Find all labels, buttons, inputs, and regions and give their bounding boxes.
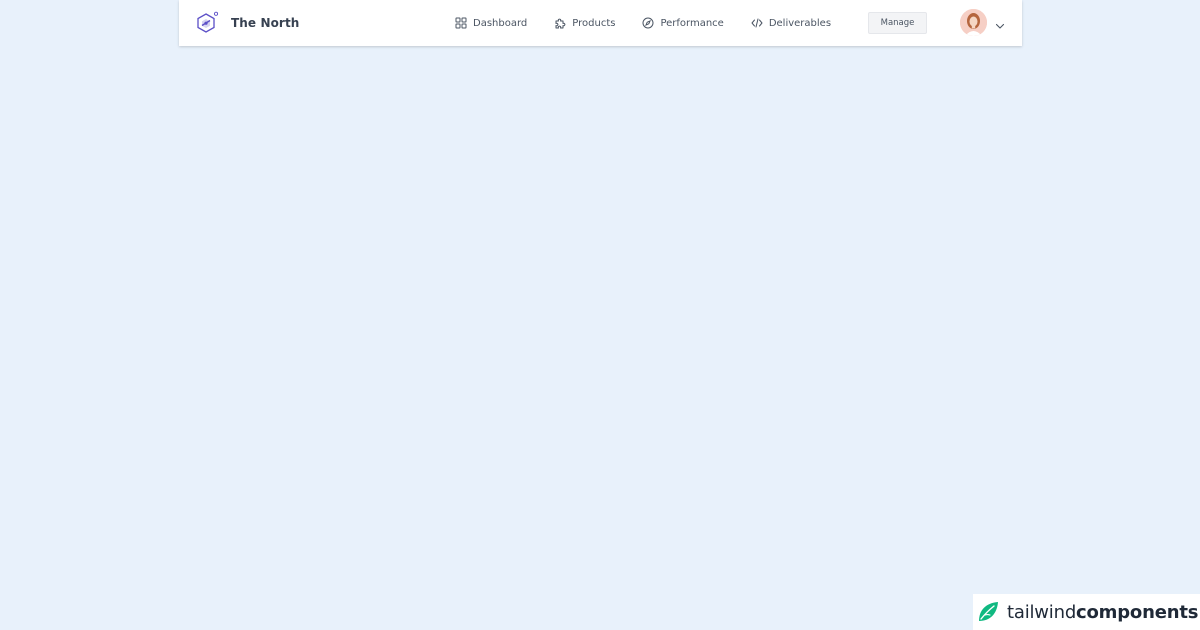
nav-item-label: Dashboard <box>473 17 528 29</box>
user-avatar[interactable] <box>960 9 987 36</box>
leaf-icon <box>976 600 1000 624</box>
hexagon-logo-icon <box>195 11 219 35</box>
nav-item-label: Performance <box>660 17 724 29</box>
chevron-down-icon[interactable] <box>994 17 1006 29</box>
compass-icon <box>642 17 654 29</box>
watermark-text: tailwindcomponents <box>1007 602 1198 623</box>
watermark-text-bold: components <box>1076 601 1199 623</box>
top-navbar: The North Dashboard Products Performance… <box>179 0 1022 46</box>
puzzle-icon <box>554 17 566 29</box>
code-icon <box>751 17 763 29</box>
nav-item-label: Deliverables <box>768 17 832 29</box>
nav-item-deliverables[interactable]: Deliverables <box>751 17 831 29</box>
grid-icon <box>455 17 467 29</box>
brand-name: The North <box>231 16 300 30</box>
main-nav: Dashboard Products Performance Deliverab… <box>455 0 858 46</box>
nav-item-products[interactable]: Products <box>554 17 615 29</box>
brand[interactable]: The North <box>195 0 299 46</box>
nav-item-dashboard[interactable]: Dashboard <box>455 17 527 29</box>
manage-button[interactable]: Manage <box>868 12 927 34</box>
tailwindcomponents-watermark[interactable]: tailwindcomponents <box>973 594 1200 630</box>
watermark-text-light: tailwind <box>1007 601 1077 623</box>
nav-item-label: Products <box>572 17 616 29</box>
nav-item-performance[interactable]: Performance <box>642 17 724 29</box>
